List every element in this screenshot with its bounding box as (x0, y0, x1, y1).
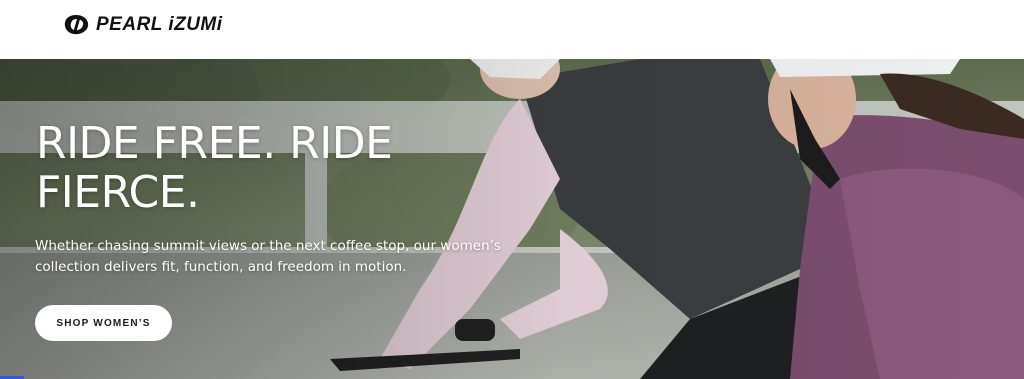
hero-banner: RIDE FREE. RIDE FIERCE. Whether chasing … (0, 59, 1024, 379)
hero-subtitle: Whether chasing summit views or the next… (35, 238, 501, 275)
brand-name: PEARL iZUMi (96, 14, 223, 35)
site-header: PEARL iZUMi (0, 0, 1024, 59)
shop-womens-button[interactable]: SHOP WOMEN’S (35, 305, 172, 341)
brand-logo-link[interactable]: PEARL iZUMi (62, 13, 223, 37)
hero-title: RIDE FREE. RIDE FIERCE. (36, 118, 393, 218)
pearl-izumi-logo-icon (64, 15, 89, 35)
